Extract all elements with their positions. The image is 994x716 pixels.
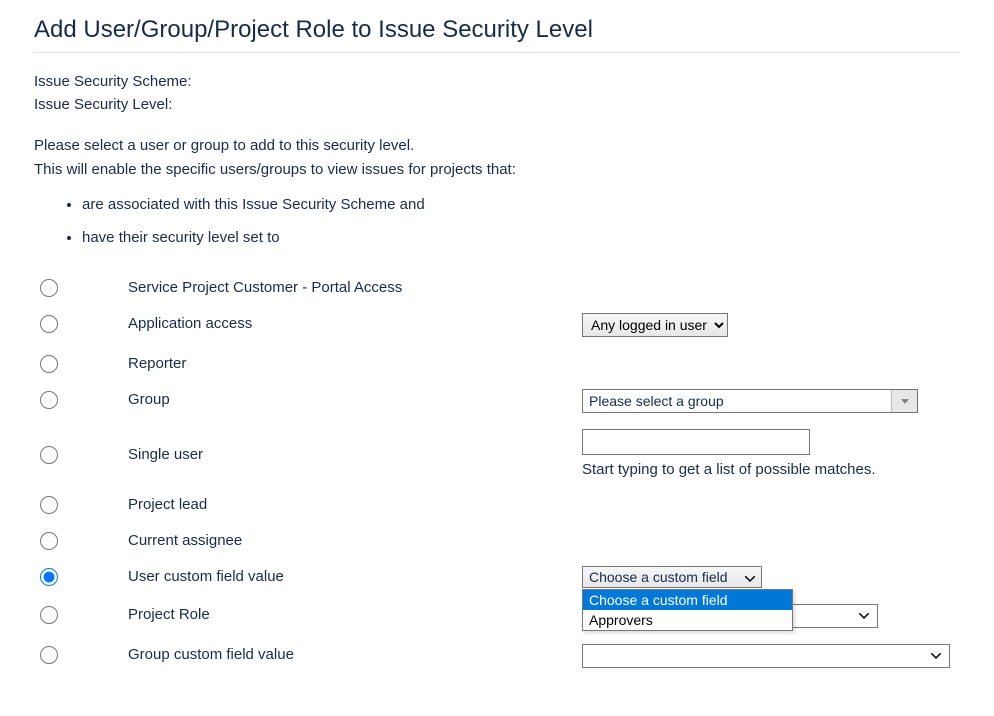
label-project-lead: Project lead <box>128 494 582 513</box>
option-user-custom-field: User custom field value Choose a custom … <box>34 558 960 596</box>
select-user-custom-field-value: Choose a custom field <box>589 569 728 585</box>
label-single-user: Single user <box>128 444 582 463</box>
select-group-value: Please select a group <box>583 390 891 412</box>
chevron-down-icon <box>745 569 755 585</box>
option-group: Group Please select a group <box>34 381 960 421</box>
hint-single-user: Start typing to get a list of possible m… <box>582 461 960 478</box>
dropdown-option[interactable]: Choose a custom field <box>583 590 792 610</box>
radio-portal-access[interactable] <box>40 279 58 297</box>
conditions-list: are associated with this Issue Security … <box>82 194 960 249</box>
label-reporter: Reporter <box>128 353 582 372</box>
chevron-down-icon[interactable] <box>891 390 917 412</box>
radio-group-custom-field[interactable] <box>40 646 58 664</box>
option-project-role: Project Role <box>34 596 960 636</box>
dropdown-user-custom-field: Choose a custom field Approvers <box>582 589 793 631</box>
divider <box>34 52 960 53</box>
select-group[interactable]: Please select a group <box>582 389 918 413</box>
radio-project-role[interactable] <box>40 606 58 624</box>
level-label: Issue Security Level: <box>34 94 960 117</box>
option-group-custom-field: Group custom field value <box>34 636 960 676</box>
input-single-user[interactable] <box>582 429 810 455</box>
option-reporter: Reporter <box>34 345 960 381</box>
scheme-label: Issue Security Scheme: <box>34 71 960 94</box>
option-portal-access: Service Project Customer - Portal Access <box>34 269 960 305</box>
option-single-user: Single user Start typing to get a list o… <box>34 421 960 486</box>
dropdown-option[interactable]: Approvers <box>583 610 792 630</box>
label-current-assignee: Current assignee <box>128 530 582 549</box>
intro-line-2: This will enable the specific users/grou… <box>34 158 960 182</box>
label-group-custom-field: Group custom field value <box>128 644 582 663</box>
radio-project-lead[interactable] <box>40 496 58 514</box>
radio-user-custom-field[interactable] <box>40 568 58 586</box>
option-application-access: Application access Any logged in user <box>34 305 960 345</box>
label-portal-access: Service Project Customer - Portal Access <box>128 277 582 296</box>
condition-item: are associated with this Issue Security … <box>82 194 960 217</box>
option-project-lead: Project lead <box>34 486 960 522</box>
radio-application-access[interactable] <box>40 315 58 333</box>
condition-item: have their security level set to <box>82 227 960 250</box>
select-user-custom-field[interactable]: Choose a custom field <box>582 566 762 588</box>
intro-line-1: Please select a user or group to add to … <box>34 134 960 158</box>
label-application-access: Application access <box>128 313 582 332</box>
select-group-custom-field[interactable] <box>582 644 950 668</box>
label-user-custom-field: User custom field value <box>128 566 582 585</box>
radio-reporter[interactable] <box>40 355 58 373</box>
radio-single-user[interactable] <box>40 446 58 464</box>
select-application-access[interactable]: Any logged in user <box>582 313 728 337</box>
page-title: Add User/Group/Project Role to Issue Sec… <box>34 16 960 44</box>
radio-current-assignee[interactable] <box>40 532 58 550</box>
label-group: Group <box>128 389 582 408</box>
radio-group[interactable] <box>40 391 58 409</box>
label-project-role: Project Role <box>128 604 582 623</box>
option-current-assignee: Current assignee <box>34 522 960 558</box>
